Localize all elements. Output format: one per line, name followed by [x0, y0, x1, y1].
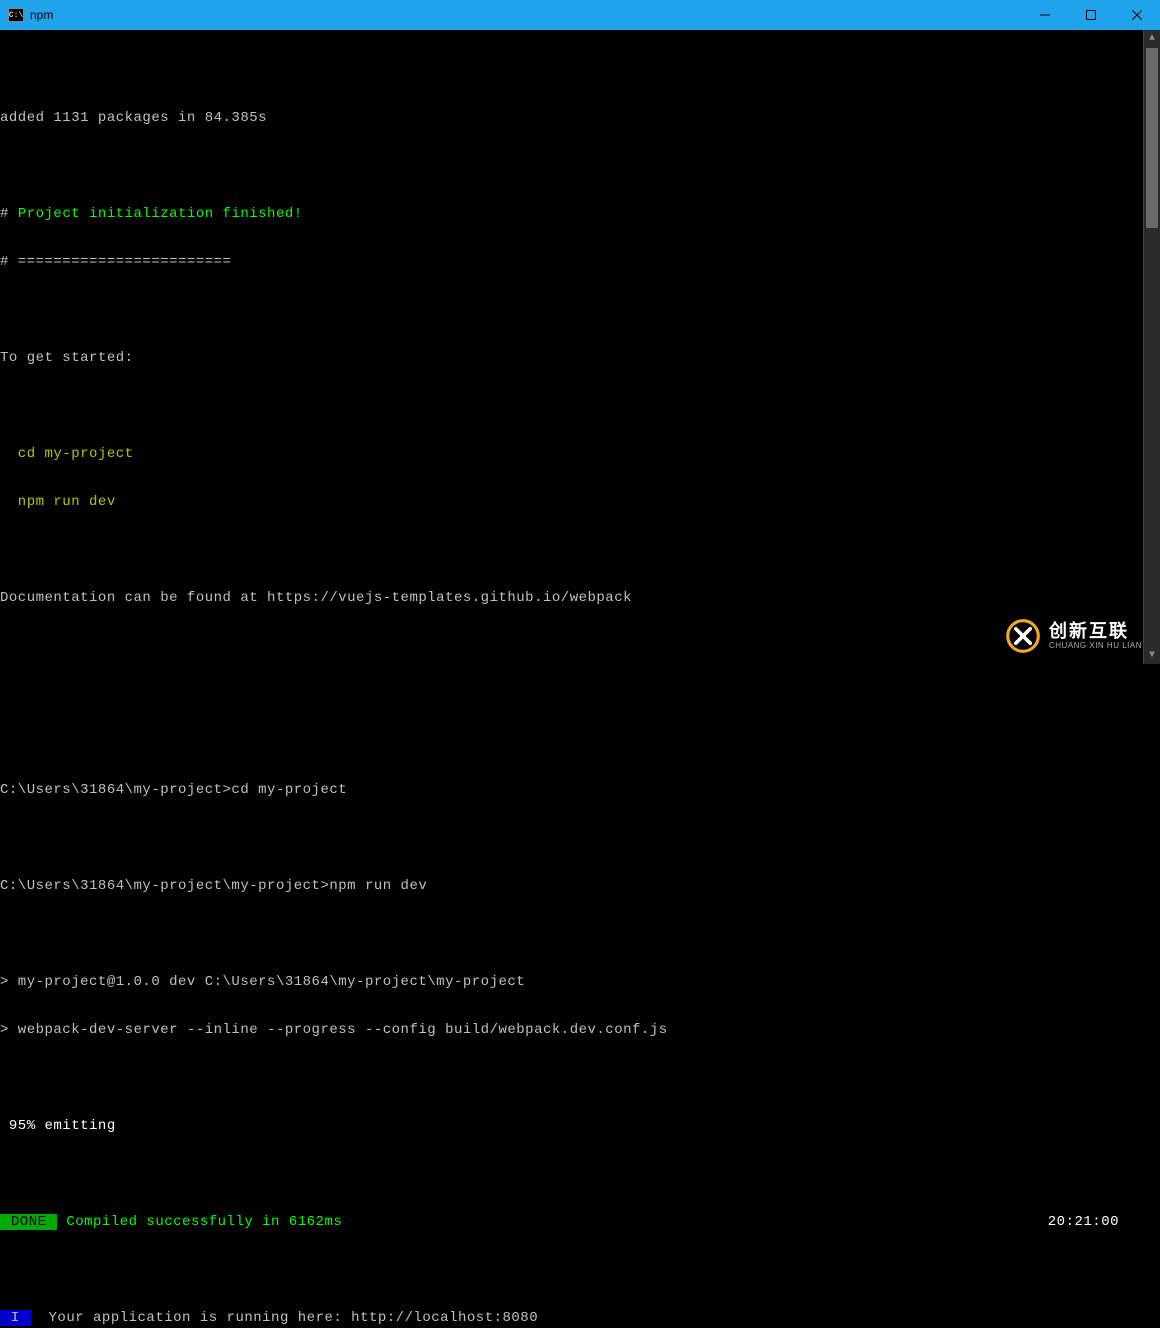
- output-line: > webpack-dev-server --inline --progress…: [0, 1022, 1143, 1038]
- close-button[interactable]: [1114, 0, 1160, 30]
- output-line: # ========================: [0, 254, 1143, 270]
- info-badge: I: [0, 1310, 31, 1326]
- prompt-line: C:\Users\31864\my-project>cd my-project: [0, 782, 1143, 798]
- timestamp: 20:21:00: [1048, 1214, 1119, 1230]
- vertical-scrollbar[interactable]: ▲ ▼: [1143, 30, 1160, 664]
- cmd-icon: C:\: [8, 8, 24, 22]
- output-line: To get started:: [0, 350, 1143, 366]
- watermark-cn: 创新互联: [1049, 622, 1142, 642]
- output-line: npm run dev: [0, 494, 1143, 510]
- watermark-logo-icon: [1005, 618, 1041, 654]
- output-line: > my-project@1.0.0 dev C:\Users\31864\my…: [0, 974, 1143, 990]
- maximize-button[interactable]: [1068, 0, 1114, 30]
- scroll-down-button[interactable]: ▼: [1144, 647, 1160, 664]
- watermark-text: 创新互联 CHUANG XIN HU LIAN: [1049, 622, 1142, 651]
- minimize-button[interactable]: [1022, 0, 1068, 30]
- scrollbar-thumb[interactable]: [1146, 48, 1158, 228]
- done-line: DONE Compiled successfully in 6162ms20:2…: [0, 1214, 1143, 1230]
- window-title: npm: [30, 8, 53, 22]
- info-line: I Your application is running here: http…: [0, 1310, 1143, 1326]
- output-line: cd my-project: [0, 446, 1143, 462]
- window-titlebar[interactable]: C:\ npm: [0, 0, 1160, 30]
- output-line: added 1131 packages in 84.385s: [0, 110, 1143, 126]
- output-line: 95% emitting: [0, 1118, 1143, 1134]
- titlebar-left: C:\ npm: [8, 8, 53, 22]
- prompt-line: C:\Users\31864\my-project\my-project>npm…: [0, 878, 1143, 894]
- window-controls: [1022, 0, 1160, 30]
- output-line: # Project initialization finished!: [0, 206, 1143, 222]
- terminal-content[interactable]: added 1131 packages in 84.385s # Project…: [0, 30, 1143, 664]
- watermark-en: CHUANG XIN HU LIAN: [1049, 642, 1142, 651]
- watermark: 创新互联 CHUANG XIN HU LIAN: [1005, 618, 1142, 654]
- done-badge: DONE: [0, 1214, 57, 1230]
- output-line: Documentation can be found at https://vu…: [0, 590, 1143, 606]
- scroll-up-button[interactable]: ▲: [1144, 30, 1160, 47]
- terminal-area: added 1131 packages in 84.385s # Project…: [0, 30, 1160, 664]
